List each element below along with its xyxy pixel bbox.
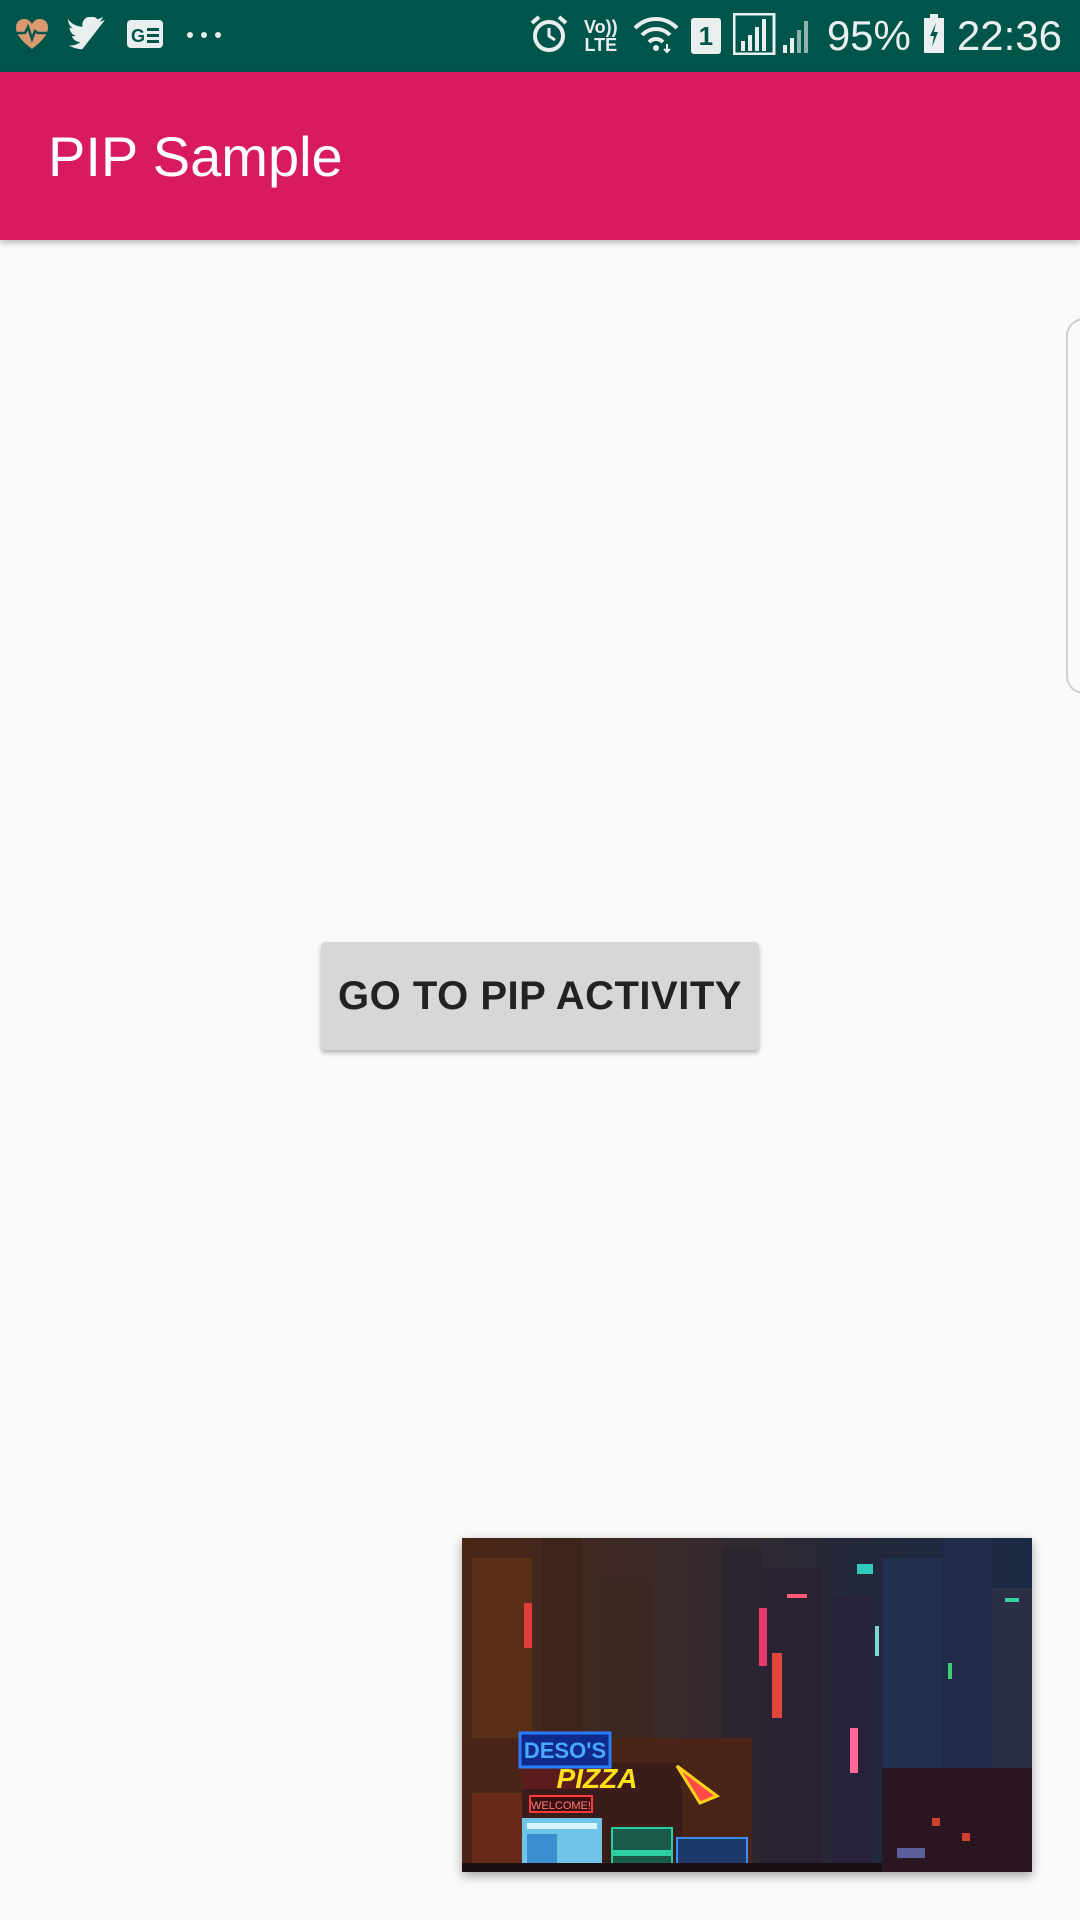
status-bar-left: G xyxy=(14,12,226,60)
app-bar-title: PIP Sample xyxy=(48,125,343,188)
sim-label: 1 xyxy=(698,21,714,51)
pip-video-frame: DESO'S PIZZA WELCOME! xyxy=(462,1538,1032,1872)
svg-text:G: G xyxy=(131,26,145,46)
neon-sign-welcome: WELCOME! xyxy=(531,1800,591,1812)
app-bar: PIP Sample xyxy=(0,72,1080,240)
wifi-icon xyxy=(633,14,679,59)
status-bar: G Vo)) LTE 1 95% 22:36 xyxy=(0,0,1080,72)
heart-pulse-icon xyxy=(14,17,50,56)
twitter-icon xyxy=(68,15,108,56)
edge-panel-handle[interactable] xyxy=(1066,318,1080,694)
pip-video-window[interactable]: DESO'S PIZZA WELCOME! xyxy=(462,1538,1032,1872)
more-dots-icon xyxy=(182,17,226,56)
neon-sign-pizza: PIZZA xyxy=(557,1763,638,1794)
signal-icon xyxy=(732,12,815,60)
volte-line1: Vo)) xyxy=(584,17,618,37)
battery-icon xyxy=(923,13,945,59)
alarm-icon xyxy=(529,14,569,59)
sim-icon: 1 xyxy=(690,18,721,54)
battery-percent: 95% xyxy=(826,12,911,59)
neon-sign-deso: DESO'S xyxy=(524,1738,606,1763)
news-icon: G xyxy=(126,18,164,55)
volte-icon: Vo)) LTE xyxy=(581,18,621,54)
clock: 22:36 xyxy=(956,12,1062,59)
status-bar-right: Vo)) LTE 1 95% 22:36 xyxy=(529,10,1062,62)
go-to-pip-activity-button[interactable]: GO TO PIP ACTIVITY xyxy=(321,942,759,1050)
volte-line2: LTE xyxy=(584,35,618,55)
